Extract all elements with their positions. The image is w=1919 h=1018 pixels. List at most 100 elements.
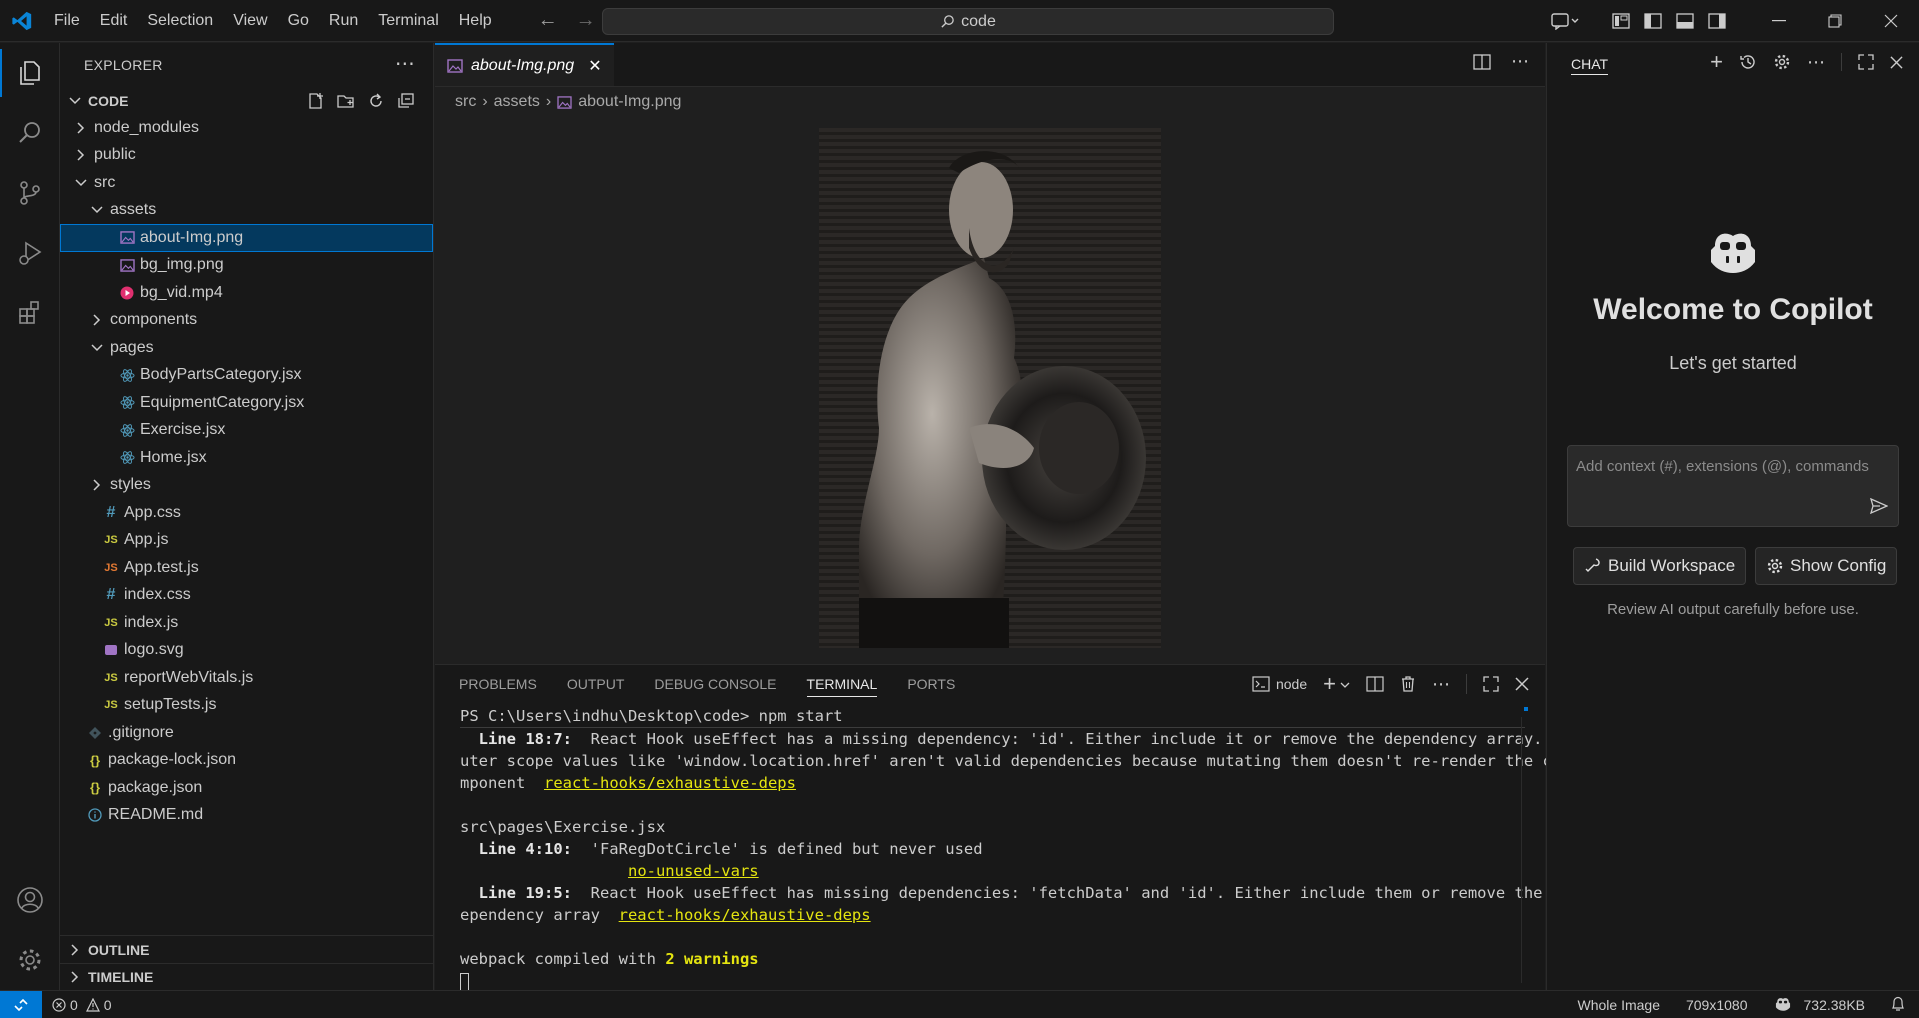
tab-debug-console[interactable]: DEBUG CONSOLE xyxy=(654,676,776,692)
folder-assets[interactable]: assets xyxy=(60,197,433,225)
file-bg-vid-mp4[interactable]: bg_vid.mp4 xyxy=(60,279,433,307)
outline-section-header[interactable]: OUTLINE xyxy=(60,936,433,963)
menu-go[interactable]: Go xyxy=(278,0,319,42)
source-control-icon[interactable] xyxy=(0,163,60,223)
customize-layout-icon[interactable] xyxy=(1605,0,1637,42)
terminal-instance[interactable]: node xyxy=(1252,676,1307,692)
maximize-panel-icon[interactable] xyxy=(1483,676,1499,692)
breadcrumb-item[interactable]: src xyxy=(455,93,476,111)
close-panel-icon[interactable] xyxy=(1515,677,1529,691)
close-window-icon[interactable] xyxy=(1863,0,1919,42)
file-bodypartscategory-jsx[interactable]: BodyPartsCategory.jsx xyxy=(60,362,433,390)
accounts-icon[interactable] xyxy=(0,870,60,930)
problems-status[interactable]: 0 0 xyxy=(52,997,112,1013)
folder-components[interactable]: components xyxy=(60,307,433,335)
tab-problems[interactable]: PROBLEMS xyxy=(459,676,537,692)
chevron-down-icon[interactable] xyxy=(1340,676,1350,692)
search-icon[interactable] xyxy=(0,103,60,163)
extensions-icon[interactable] xyxy=(0,283,60,343)
toggle-panel-icon[interactable] xyxy=(1669,0,1701,42)
file-app-css[interactable]: # App.css xyxy=(60,499,433,527)
menu-terminal[interactable]: Terminal xyxy=(368,0,448,42)
menu-view[interactable]: View xyxy=(223,0,277,42)
file-bg-img-png[interactable]: bg_img.png xyxy=(60,252,433,280)
show-config-button[interactable]: Show Config xyxy=(1755,547,1898,585)
maximize-chat-icon[interactable] xyxy=(1858,54,1874,70)
notifications-bell-icon[interactable] xyxy=(1891,996,1905,1015)
remote-indicator-icon[interactable] xyxy=(0,990,42,1018)
file-about-img-png[interactable]: about-Img.png xyxy=(60,224,433,252)
file-exercise-jsx[interactable]: Exercise.jsx xyxy=(60,417,433,445)
command-center-search[interactable]: code xyxy=(602,8,1334,35)
more-actions-icon[interactable]: ⋯ xyxy=(1807,53,1825,71)
toggle-secondary-sidebar-icon[interactable] xyxy=(1701,0,1733,42)
rule-link[interactable]: no-unused-vars xyxy=(628,862,759,880)
workspace-section-header[interactable]: CODE xyxy=(60,87,433,114)
file-setuptests-js[interactable]: JS setupTests.js xyxy=(60,692,433,720)
manage-gear-icon[interactable] xyxy=(0,930,60,990)
file-app-js[interactable]: JS App.js xyxy=(60,527,433,555)
file-reportwebvitals-js[interactable]: JS reportWebVitals.js xyxy=(60,664,433,692)
file-index-js[interactable]: JS index.js xyxy=(60,609,433,637)
folder-src[interactable]: src xyxy=(60,169,433,197)
file-package-json[interactable]: {} package.json xyxy=(60,774,433,802)
build-workspace-button[interactable]: Build Workspace xyxy=(1573,547,1747,585)
file-package-lock-json[interactable]: {} package-lock.json xyxy=(60,747,433,775)
folder-public[interactable]: public xyxy=(60,142,433,170)
close-tab-icon[interactable]: ✕ xyxy=(588,56,601,76)
more-actions-icon[interactable]: ⋯ xyxy=(1511,52,1529,71)
new-terminal-icon[interactable]: + xyxy=(1323,671,1336,697)
file-logo-svg[interactable]: logo.svg xyxy=(60,637,433,665)
tab-output[interactable]: OUTPUT xyxy=(567,676,625,692)
trash-icon[interactable] xyxy=(1400,675,1416,693)
more-actions-icon[interactable]: ⋯ xyxy=(395,51,415,76)
explorer-icon[interactable] xyxy=(0,43,60,103)
restore-window-icon[interactable] xyxy=(1807,0,1863,42)
tab-terminal[interactable]: TERMINAL xyxy=(806,671,878,697)
back-arrow-icon[interactable]: ← xyxy=(538,9,558,32)
close-chat-icon[interactable] xyxy=(1890,55,1903,69)
tab-about-img[interactable]: about-Img.png ✕ xyxy=(435,43,614,86)
history-icon[interactable] xyxy=(1739,53,1757,71)
split-editor-icon[interactable] xyxy=(1473,53,1491,71)
new-chat-icon[interactable]: + xyxy=(1710,51,1723,73)
forward-arrow-icon[interactable]: → xyxy=(576,9,596,32)
new-folder-icon[interactable] xyxy=(337,92,355,110)
gear-icon[interactable] xyxy=(1773,53,1791,71)
rule-link[interactable]: react-hooks/exhaustive-deps xyxy=(619,906,871,924)
file-home-jsx[interactable]: Home.jsx xyxy=(60,444,433,472)
chat-input[interactable]: Add context (#), extensions (@), command… xyxy=(1567,445,1899,527)
split-terminal-icon[interactable] xyxy=(1366,676,1384,692)
copilot-menu-icon[interactable] xyxy=(1541,0,1591,42)
refresh-icon[interactable] xyxy=(367,92,385,110)
more-actions-icon[interactable]: ⋯ xyxy=(1432,674,1450,695)
collapse-all-icon[interactable] xyxy=(397,92,415,110)
file-readme-md[interactable]: README.md xyxy=(60,802,433,830)
menu-file[interactable]: File xyxy=(44,0,90,42)
file-app-test-js[interactable]: JS App.test.js xyxy=(60,554,433,582)
terminal-output[interactable]: PS C:\Users\indhu\Desktop\code> npm star… xyxy=(460,705,1561,992)
breadcrumb-item[interactable]: assets xyxy=(494,93,540,111)
folder-styles[interactable]: styles xyxy=(60,472,433,500)
rule-link[interactable]: react-hooks/exhaustive-deps xyxy=(544,774,796,792)
folder-node-modules[interactable]: node_modules xyxy=(60,114,433,142)
copilot-status-icon[interactable] xyxy=(1774,996,1792,1015)
menu-edit[interactable]: Edit xyxy=(90,0,138,42)
run-debug-icon[interactable] xyxy=(0,223,60,283)
new-file-icon[interactable] xyxy=(307,92,325,110)
send-icon[interactable] xyxy=(1870,498,1888,514)
breadcrumb-item[interactable]: about-Img.png xyxy=(578,93,681,111)
file-equipmentcategory-jsx[interactable]: EquipmentCategory.jsx xyxy=(60,389,433,417)
folder-pages[interactable]: pages xyxy=(60,334,433,362)
menu-help[interactable]: Help xyxy=(449,0,502,42)
menu-selection[interactable]: Selection xyxy=(137,0,223,42)
image-view-mode[interactable]: Whole Image xyxy=(1578,997,1660,1013)
minimize-window-icon[interactable] xyxy=(1751,0,1807,42)
tab-ports[interactable]: PORTS xyxy=(907,676,955,692)
menu-run[interactable]: Run xyxy=(319,0,368,42)
timeline-section-header[interactable]: TIMELINE xyxy=(60,963,433,990)
file-index-css[interactable]: # index.css xyxy=(60,582,433,610)
chat-title[interactable]: CHAT xyxy=(1571,56,1609,75)
terminal-scrollbar[interactable] xyxy=(1521,717,1531,983)
file--gitignore[interactable]: .gitignore xyxy=(60,719,433,747)
